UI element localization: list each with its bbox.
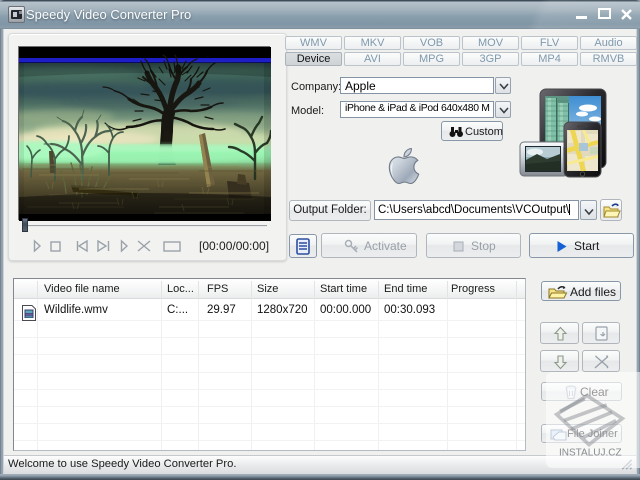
- svg-text:INSTALUJ.CZ: INSTALUJ.CZ: [559, 448, 622, 459]
